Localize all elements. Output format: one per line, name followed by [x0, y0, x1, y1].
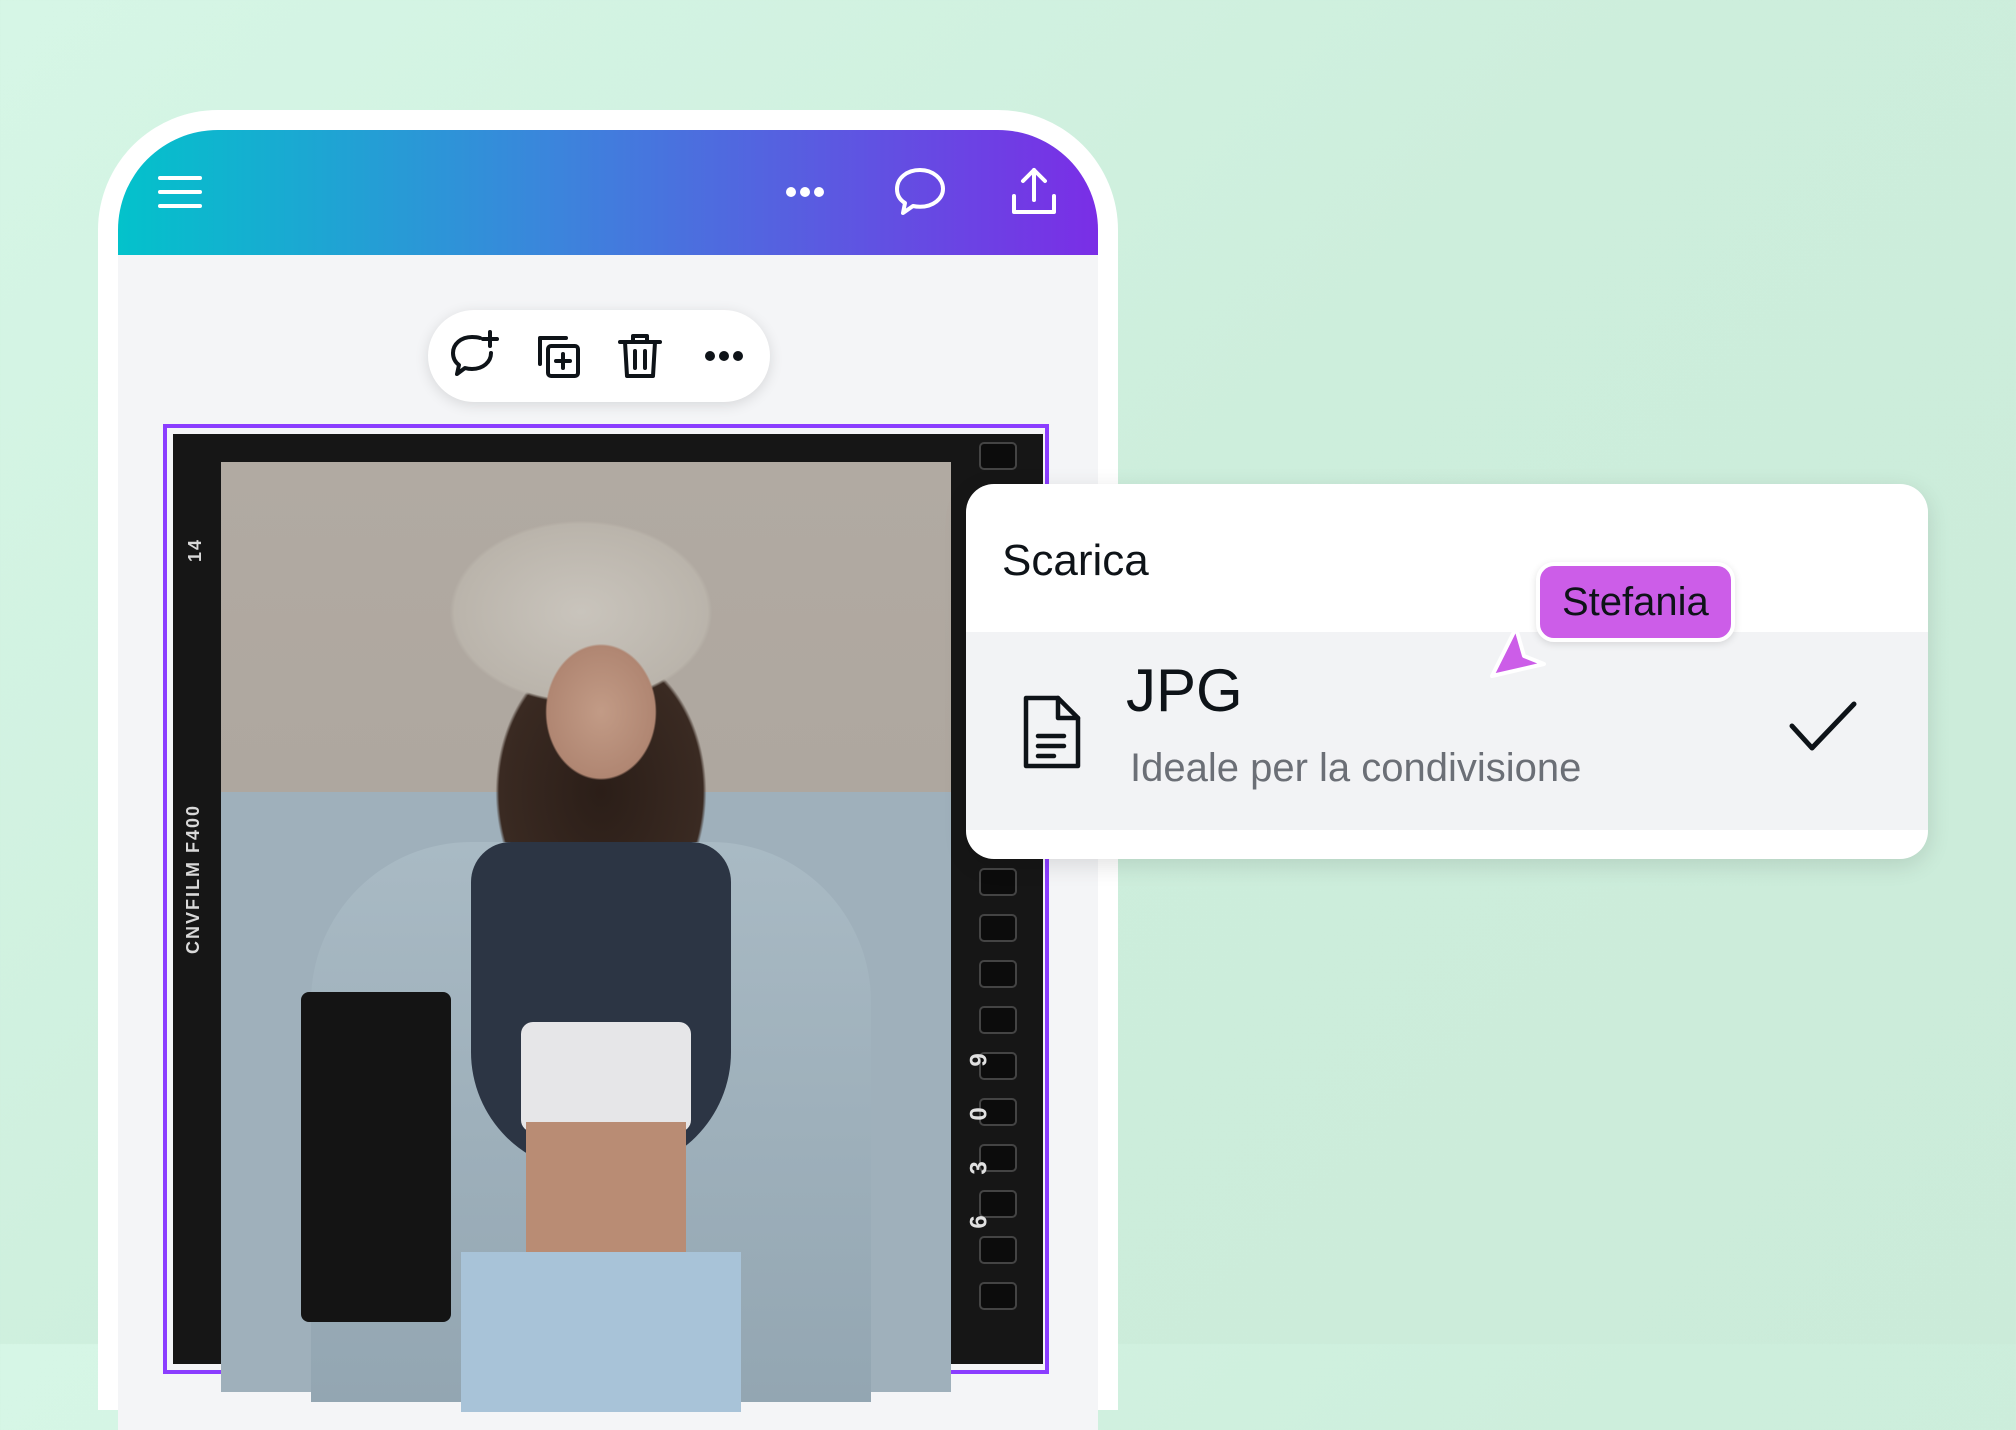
- photo-jeans: [461, 1252, 741, 1412]
- film-photo-frame[interactable]: CNVFILM F400 14 9 0 3 6: [173, 434, 1043, 1412]
- file-type-description: Ideale per la condivisione: [1130, 746, 1582, 790]
- film-sprocket: [979, 1236, 1017, 1264]
- film-frame-number: 14: [185, 537, 205, 562]
- film-sprocket: [979, 868, 1017, 896]
- panel-title: Scarica: [1002, 536, 1149, 585]
- film-sprocket: [979, 442, 1017, 470]
- file-type-name: JPG: [1126, 657, 1243, 724]
- photo-top: [521, 1022, 691, 1132]
- share-icon[interactable]: [1002, 160, 1066, 224]
- check-icon: [1786, 696, 1860, 756]
- duplicate-icon[interactable]: [526, 324, 590, 388]
- film-side-number: 3: [965, 1161, 993, 1175]
- add-comment-icon[interactable]: [442, 324, 506, 388]
- film-edge-label: CNVFILM F400: [183, 803, 203, 954]
- film-side-number: 6: [965, 1215, 993, 1229]
- file-type-option-jpg[interactable]: JPG Ideale per la condivisione: [966, 632, 1928, 830]
- download-panel: Scarica JPG Ideale per la condivisione: [966, 484, 1928, 859]
- menu-icon[interactable]: [148, 160, 212, 224]
- film-sprocket: [979, 1006, 1017, 1034]
- photo-skin: [526, 1122, 686, 1262]
- film-sprocket: [979, 960, 1017, 988]
- film-sprocket: [979, 1282, 1017, 1310]
- film-sprocket: [979, 914, 1017, 942]
- film-side-number: 9: [965, 1053, 993, 1067]
- film-sprocket: [979, 1190, 1017, 1218]
- collaborator-name-tag: Stefania: [1536, 562, 1735, 642]
- delete-icon[interactable]: [608, 324, 672, 388]
- photo-bag: [301, 992, 451, 1322]
- comment-icon[interactable]: [888, 160, 952, 224]
- fashion-photo: [221, 462, 951, 1412]
- element-toolbar: [428, 310, 770, 402]
- file-icon: [1018, 692, 1086, 772]
- top-bar: [118, 130, 1098, 255]
- film-side-number: 0: [965, 1107, 993, 1121]
- more-icon[interactable]: [692, 324, 756, 388]
- more-icon[interactable]: [773, 160, 837, 224]
